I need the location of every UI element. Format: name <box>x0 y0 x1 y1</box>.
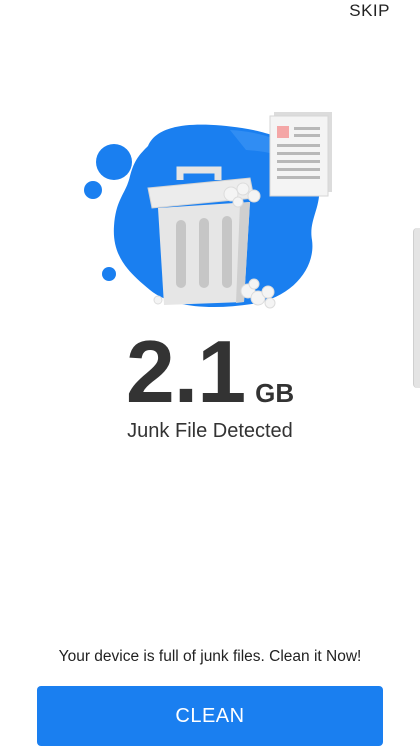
junk-size-unit: GB <box>255 378 295 408</box>
skip-button[interactable]: SKIP <box>347 0 392 22</box>
clean-button[interactable]: CLEAN <box>37 686 383 746</box>
bubble-medium <box>84 181 102 199</box>
trash-bin-with-document-icon <box>84 112 332 309</box>
bubble-small <box>102 267 116 281</box>
junk-size: 2.1 GB <box>0 327 420 417</box>
clean-prompt-text: Your device is full of junk files. Clean… <box>58 648 362 665</box>
junk-size-value: 2.1 <box>125 322 246 421</box>
bubble-large <box>96 144 132 180</box>
document-icon <box>269 112 332 197</box>
junk-detected-label: Junk File Detected <box>127 420 293 442</box>
